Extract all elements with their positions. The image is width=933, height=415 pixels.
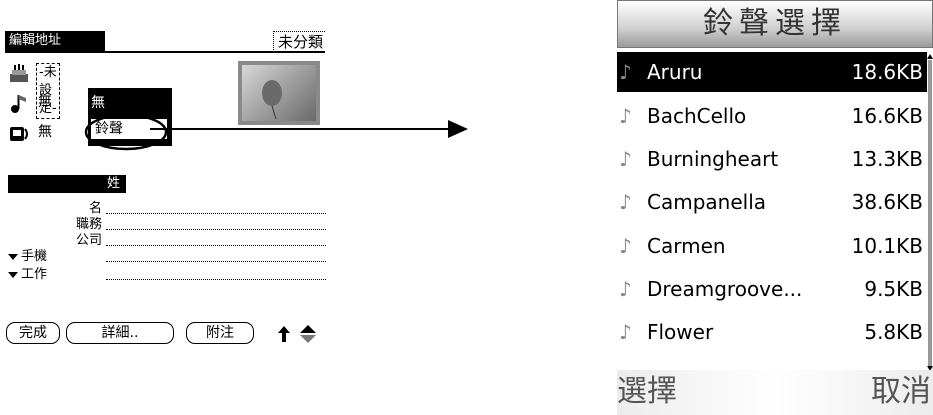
music-note-icon: ♪ — [619, 147, 632, 171]
address-edit-screen: 編輯地址 未分類 -未設定- 無 無 無 鈴聲 姓 名 職務 公司 手機 工作 … — [4, 26, 328, 346]
ringtone-size: 16.6KB — [851, 104, 923, 128]
list-item[interactable]: ♪ Dreamgroove... 9.5KB — [617, 269, 927, 309]
ringtone-name: Campanella — [647, 190, 767, 214]
list-item[interactable]: ♪ Carmen 10.1KB — [617, 226, 927, 266]
ringtone-name: Carmen — [647, 234, 726, 258]
list-item[interactable]: ♪ Burningheart 13.3KB — [617, 139, 927, 179]
field-label: 名 — [88, 201, 102, 216]
field-first-name[interactable]: 名 — [8, 201, 328, 217]
ringtone-size: 10.1KB — [851, 234, 923, 258]
scrollbar[interactable] — [928, 60, 932, 366]
popup-item-none[interactable]: 無 — [91, 93, 105, 113]
ringtone-select-screen: 鈴聲選擇 ♪ Aruru 18.6KB ♪ BachCello 16.6KB ♪… — [617, 0, 933, 415]
music-note-icon: ♪ — [619, 277, 632, 301]
done-button[interactable]: 完成 — [6, 322, 60, 344]
field-input-line[interactable] — [106, 261, 326, 262]
cancel-softkey[interactable]: 取消 — [871, 372, 931, 412]
list-item[interactable]: ♪ BachCello 16.6KB — [617, 96, 927, 136]
ringtone-name: BachCello — [647, 104, 747, 128]
photo-icon — [242, 65, 316, 121]
category-selector[interactable]: 未分類 — [272, 31, 325, 52]
list-item[interactable]: ♪ Flower 5.8KB — [617, 312, 927, 352]
ringtone-title: 鈴聲選擇 — [617, 0, 933, 48]
ringtone-size: 38.6KB — [851, 190, 923, 214]
field-input-line[interactable] — [106, 213, 326, 214]
ringtone-name: Burningheart — [647, 147, 779, 171]
surname-section-label: 姓 — [8, 175, 126, 193]
note-button[interactable]: 附注 — [186, 322, 254, 344]
field-mobile[interactable]: 手機 — [8, 249, 328, 265]
field-label: 公司 — [75, 233, 102, 248]
field-input-line[interactable] — [106, 245, 326, 246]
header-bar: 編輯地址 未分類 — [5, 31, 325, 53]
ringtone-size: 9.5KB — [864, 277, 923, 301]
ringtone-name: Dreamgroove... — [647, 277, 803, 301]
details-button[interactable]: 詳細.. — [66, 322, 174, 344]
field-input-line[interactable] — [106, 229, 326, 230]
music-note-icon — [11, 95, 26, 113]
ringtone-size: 18.6KB — [851, 60, 923, 84]
field-title[interactable]: 職務 — [8, 217, 328, 233]
ringtone-size: 13.3KB — [851, 147, 923, 171]
birthday-cake-icon — [10, 64, 28, 82]
ringtone-value[interactable]: 無 — [38, 92, 52, 112]
phone-value[interactable]: 無 — [38, 122, 52, 142]
music-note-icon: ♪ — [619, 104, 632, 128]
phone-icon — [10, 127, 28, 141]
field-label: 職務 — [75, 217, 102, 232]
arrow-connector — [150, 120, 468, 138]
field-input-line[interactable] — [106, 279, 326, 280]
softkey-bar: 選擇 取消 — [617, 370, 933, 415]
scroll-arrow-icon[interactable] — [276, 324, 326, 344]
chevron-down-icon — [8, 271, 18, 278]
field-work[interactable]: 工作 — [8, 267, 328, 283]
header-title: 編輯地址 — [5, 31, 105, 51]
select-softkey[interactable]: 選擇 — [617, 372, 677, 412]
field-label-dropdown[interactable]: 工作 — [8, 267, 102, 283]
music-note-icon: ♪ — [619, 60, 632, 84]
ringtone-name: Aruru — [647, 60, 703, 84]
bottom-button-bar: 完成 詳細.. 附注 — [6, 322, 326, 344]
ringtone-name: Flower — [647, 320, 714, 344]
ringtone-list: ♪ Aruru 18.6KB ♪ BachCello 16.6KB ♪ Burn… — [617, 52, 927, 368]
scroll-up-icon[interactable] — [927, 54, 933, 59]
music-note-icon: ♪ — [619, 320, 632, 344]
list-item[interactable]: ♪ Aruru 18.6KB — [617, 52, 927, 92]
field-label-dropdown[interactable]: 手機 — [8, 249, 102, 265]
list-item[interactable]: ♪ Campanella 38.6KB — [617, 182, 927, 222]
music-note-icon: ♪ — [619, 234, 632, 258]
ringtone-size: 5.8KB — [864, 320, 923, 344]
chevron-down-icon — [8, 253, 18, 260]
music-note-icon: ♪ — [619, 190, 632, 214]
field-company[interactable]: 公司 — [8, 233, 328, 249]
